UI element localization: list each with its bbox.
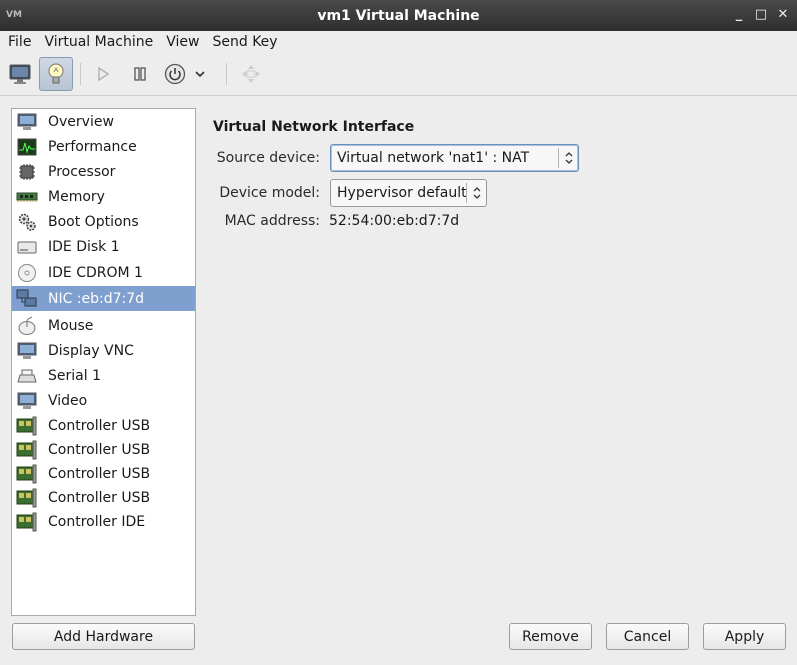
hardware-item-label: Display VNC	[48, 342, 134, 359]
device-model-select[interactable]: Hypervisor default	[330, 179, 487, 207]
cdrom-icon	[18, 263, 36, 282]
app-icon: VM	[6, 10, 22, 20]
power-icon	[164, 63, 186, 85]
window-title: vm1 Virtual Machine	[317, 7, 480, 24]
show-console-button[interactable]	[3, 57, 37, 91]
pause-icon	[134, 67, 146, 81]
hardware-item-label: Performance	[48, 138, 137, 155]
window-titlebar: VM vm1 Virtual Machine _ □ ✕	[0, 0, 797, 31]
hardware-item-display-vnc[interactable]: Display VNC	[12, 338, 195, 363]
ram-icon	[16, 192, 38, 202]
device-model-label: Device model:	[219, 185, 320, 201]
hardware-item-boot-options[interactable]: Boot Options	[12, 209, 195, 234]
source-device-select[interactable]: Virtual network 'nat1' : NAT	[330, 144, 579, 172]
hardware-item-label: Memory	[48, 188, 105, 205]
hardware-item-label: Controller USB	[48, 441, 151, 458]
source-device-label: Source device:	[216, 150, 320, 166]
menu-bar: File Virtual Machine View Send Key	[0, 31, 797, 53]
remove-button[interactable]: Remove	[509, 623, 592, 650]
hardware-item-controller-usb-1[interactable]: Controller USB	[12, 413, 195, 438]
hardware-item-controller-usb-2[interactable]: Controller USB	[12, 437, 195, 462]
serial-icon	[17, 369, 37, 382]
hardware-item-label: IDE CDROM 1	[48, 264, 143, 281]
hardware-item-serial-1[interactable]: Serial 1	[12, 363, 195, 388]
menu-virtual-machine[interactable]: Virtual Machine	[44, 34, 153, 50]
hardware-item-ide-disk-1[interactable]: IDE Disk 1	[12, 234, 195, 259]
updown-arrows-icon	[558, 148, 578, 168]
maximize-button[interactable]: □	[753, 6, 769, 24]
minimize-button[interactable]: _	[731, 6, 747, 24]
monitor-icon	[17, 113, 37, 130]
cpu-chip-icon	[19, 163, 35, 180]
hardware-item-nic[interactable]: NIC :eb:d7:7d	[12, 286, 195, 311]
hardware-item-memory[interactable]: Memory	[12, 184, 195, 209]
hardware-item-controller-ide[interactable]: Controller IDE	[12, 509, 195, 534]
apply-button[interactable]: Apply	[703, 623, 786, 650]
hardware-item-performance[interactable]: Performance	[12, 134, 195, 159]
section-title: Virtual Network Interface	[213, 119, 415, 135]
hard-disk-icon	[17, 241, 37, 253]
hardware-item-ide-cdrom-1[interactable]: IDE CDROM 1	[12, 260, 195, 285]
hardware-item-label: Controller USB	[48, 465, 151, 482]
controller-card-icon	[16, 464, 37, 483]
hardware-list[interactable]: Overview Performance Processor Memory Bo…	[11, 108, 196, 616]
hardware-item-label: Controller USB	[48, 417, 151, 434]
hardware-item-label: Controller IDE	[48, 513, 146, 530]
close-button[interactable]: ✕	[775, 6, 791, 24]
display-icon	[17, 342, 37, 359]
controller-card-icon	[16, 512, 37, 531]
hardware-item-processor[interactable]: Processor	[12, 159, 195, 184]
hardware-item-label: Video	[48, 392, 88, 409]
move-arrows-icon	[242, 65, 260, 83]
play-icon	[98, 66, 110, 82]
controller-card-icon	[16, 416, 37, 435]
controller-card-icon	[16, 440, 37, 459]
run-button[interactable]	[86, 57, 120, 91]
mac-address-value: 52:54:00:eb:d7:7d	[329, 213, 460, 229]
hardware-item-label: Mouse	[48, 317, 94, 334]
hardware-item-overview[interactable]: Overview	[12, 109, 195, 134]
fullscreen-button[interactable]	[234, 57, 268, 91]
chevron-down-icon	[195, 71, 205, 78]
hardware-item-label: Boot Options	[48, 213, 139, 230]
performance-graph-icon	[17, 138, 37, 155]
lightbulb-icon	[48, 63, 64, 84]
updown-arrows-icon	[466, 183, 486, 203]
hardware-item-controller-usb-3[interactable]: Controller USB	[12, 461, 195, 486]
gears-icon	[18, 213, 36, 231]
add-hardware-button[interactable]: Add Hardware	[12, 623, 195, 650]
shutdown-menu-button[interactable]	[190, 57, 210, 91]
menu-file[interactable]: File	[8, 34, 31, 50]
menu-view[interactable]: View	[166, 34, 199, 50]
show-details-button[interactable]	[39, 57, 73, 91]
device-model-value: Hypervisor default	[337, 185, 467, 201]
network-icon	[16, 289, 37, 306]
hardware-item-label: Processor	[48, 163, 116, 180]
menu-send-key[interactable]: Send Key	[212, 34, 277, 50]
hardware-item-label: Overview	[48, 113, 114, 130]
source-device-value: Virtual network 'nat1' : NAT	[337, 150, 530, 166]
hardware-item-label: NIC :eb:d7:7d	[48, 290, 145, 307]
mouse-icon	[18, 316, 36, 335]
hardware-item-label: Serial 1	[48, 367, 101, 384]
hardware-item-mouse[interactable]: Mouse	[12, 313, 195, 338]
hardware-item-label: Controller USB	[48, 489, 151, 506]
hardware-item-label: IDE Disk 1	[48, 238, 120, 255]
video-icon	[17, 392, 37, 409]
pause-button[interactable]	[123, 57, 157, 91]
shutdown-button[interactable]	[158, 57, 192, 91]
hardware-item-video[interactable]: Video	[12, 388, 195, 413]
mac-address-label: MAC address:	[224, 213, 320, 229]
monitor-icon	[9, 64, 31, 84]
cancel-button[interactable]: Cancel	[606, 623, 689, 650]
toolbar	[0, 53, 797, 96]
controller-card-icon	[16, 488, 37, 507]
hardware-item-controller-usb-4[interactable]: Controller USB	[12, 485, 195, 510]
